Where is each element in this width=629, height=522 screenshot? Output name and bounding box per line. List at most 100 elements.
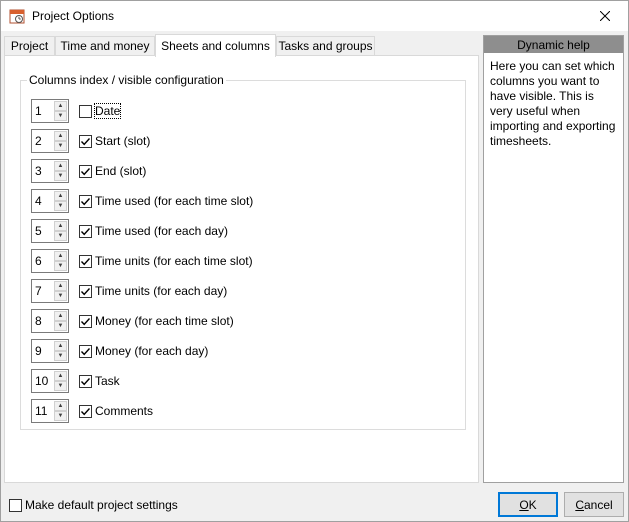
column-index-value[interactable]: 2 <box>35 134 42 148</box>
column-index-spinner[interactable]: 3 ▲ ▼ <box>31 159 69 183</box>
close-icon <box>600 11 610 21</box>
spinner-arrows: ▲ ▼ <box>54 101 67 121</box>
column-index-spinner[interactable]: 6 ▲ ▼ <box>31 249 69 273</box>
spin-up-icon[interactable]: ▲ <box>54 281 67 291</box>
ok-label: OK <box>519 497 537 512</box>
column-row: 9 ▲ ▼ Money (for each day) <box>31 339 208 363</box>
column-index-value[interactable]: 3 <box>35 164 42 178</box>
column-visible-checkbox[interactable] <box>79 164 92 178</box>
column-row: 8 ▲ ▼ Money (for each time slot) <box>31 309 234 333</box>
default-settings-checkbox[interactable] <box>9 498 22 512</box>
spinner-arrows: ▲ ▼ <box>54 161 67 181</box>
column-index-spinner[interactable]: 7 ▲ ▼ <box>31 279 69 303</box>
column-row: 10 ▲ ▼ Task <box>31 369 120 393</box>
tab-project[interactable]: Project <box>4 36 55 55</box>
column-index-value[interactable]: 1 <box>35 104 42 118</box>
column-index-spinner[interactable]: 9 ▲ ▼ <box>31 339 69 363</box>
spin-down-icon[interactable]: ▼ <box>54 381 67 391</box>
column-visible-checkbox[interactable] <box>79 314 92 328</box>
cancel-button[interactable]: Cancel <box>564 492 624 517</box>
spinner-arrows: ▲ ▼ <box>54 281 67 301</box>
spin-down-icon[interactable]: ▼ <box>54 411 67 421</box>
spin-up-icon[interactable]: ▲ <box>54 251 67 261</box>
ok-button[interactable]: OK <box>498 492 558 517</box>
column-index-value[interactable]: 8 <box>35 314 42 328</box>
column-visible-checkbox[interactable] <box>79 104 92 118</box>
column-row: 5 ▲ ▼ Time used (for each day) <box>31 219 228 243</box>
column-index-spinner[interactable]: 10 ▲ ▼ <box>31 369 69 393</box>
column-index-value[interactable]: 9 <box>35 344 42 358</box>
close-button[interactable] <box>582 1 628 31</box>
column-index-spinner[interactable]: 2 ▲ ▼ <box>31 129 69 153</box>
spin-up-icon[interactable]: ▲ <box>54 191 67 201</box>
spin-up-icon[interactable]: ▲ <box>54 341 67 351</box>
tab-time-and-money[interactable]: Time and money <box>55 36 155 55</box>
spin-down-icon[interactable]: ▼ <box>54 261 67 271</box>
column-index-spinner[interactable]: 8 ▲ ▼ <box>31 309 69 333</box>
column-visible-checkbox[interactable] <box>79 254 92 268</box>
spinner-arrows: ▲ ▼ <box>54 221 67 241</box>
column-index-value[interactable]: 10 <box>35 374 48 388</box>
spin-down-icon[interactable]: ▼ <box>54 111 67 121</box>
cancel-label: Cancel <box>575 497 613 512</box>
spin-down-icon[interactable]: ▼ <box>54 231 67 241</box>
spinner-arrows: ▲ ▼ <box>54 401 67 421</box>
column-index-value[interactable]: 4 <box>35 194 42 208</box>
column-index-spinner[interactable]: 11 ▲ ▼ <box>31 399 69 423</box>
column-label: Time units (for each time slot) <box>95 254 253 268</box>
default-settings-checkbox-row[interactable]: Make default project settings <box>9 498 178 512</box>
columns-config-group: Columns index / visible configuration 1 ▲… <box>20 73 466 430</box>
column-row: 6 ▲ ▼ Time units (for each time slot) <box>31 249 253 273</box>
column-label: Comments <box>95 404 154 418</box>
column-index-value[interactable]: 5 <box>35 224 42 238</box>
project-options-window: Project Options Project Time and money S… <box>0 0 629 522</box>
spin-down-icon[interactable]: ▼ <box>54 171 67 181</box>
column-index-value[interactable]: 11 <box>35 404 47 418</box>
column-index-value[interactable]: 7 <box>35 284 42 298</box>
spin-up-icon[interactable]: ▲ <box>54 401 67 411</box>
window-title: Project Options <box>32 9 115 23</box>
spin-down-icon[interactable]: ▼ <box>54 351 67 361</box>
column-index-spinner[interactable]: 5 ▲ ▼ <box>31 219 69 243</box>
spinner-arrows: ▲ ▼ <box>54 311 67 331</box>
spinner-arrows: ▲ ▼ <box>54 341 67 361</box>
tab-tasks-and-groups[interactable]: Tasks and groups <box>276 36 375 55</box>
tab-strip: Project Time and money Sheets and column… <box>4 34 479 57</box>
help-header: Dynamic help <box>484 36 623 53</box>
spinner-arrows: ▲ ▼ <box>54 191 67 211</box>
spin-up-icon[interactable]: ▲ <box>54 101 67 111</box>
sheets-and-columns-page: Columns index / visible configuration 1 ▲… <box>4 55 479 483</box>
column-row: 3 ▲ ▼ End (slot) <box>31 159 146 183</box>
spin-up-icon[interactable]: ▲ <box>54 311 67 321</box>
column-label: Start (slot) <box>95 134 151 148</box>
spin-down-icon[interactable]: ▼ <box>54 141 67 151</box>
column-row: 11 ▲ ▼ Comments <box>31 399 153 423</box>
tab-sheets-and-columns[interactable]: Sheets and columns <box>155 34 276 57</box>
column-row: 1 ▲ ▼ Date <box>31 99 122 123</box>
column-visible-checkbox[interactable] <box>79 404 92 418</box>
help-text: Here you can set which columns you want … <box>490 59 616 148</box>
group-title: Columns index / visible configuration <box>27 73 226 87</box>
spin-down-icon[interactable]: ▼ <box>54 321 67 331</box>
spin-down-icon[interactable]: ▼ <box>54 291 67 301</box>
column-index-spinner[interactable]: 1 ▲ ▼ <box>31 99 69 123</box>
column-visible-checkbox[interactable] <box>79 344 92 358</box>
column-label: Time used (for each time slot) <box>95 194 254 208</box>
column-visible-checkbox[interactable] <box>79 284 92 298</box>
column-row: 7 ▲ ▼ Time units (for each day) <box>31 279 227 303</box>
column-label: Money (for each time slot) <box>95 314 234 328</box>
default-settings-label: Make default project settings <box>25 498 178 512</box>
column-visible-checkbox[interactable] <box>79 134 92 148</box>
spin-up-icon[interactable]: ▲ <box>54 161 67 171</box>
column-label: Time used (for each day) <box>95 224 228 238</box>
column-visible-checkbox[interactable] <box>79 224 92 238</box>
spin-down-icon[interactable]: ▼ <box>54 201 67 211</box>
column-index-spinner[interactable]: 4 ▲ ▼ <box>31 189 69 213</box>
spin-up-icon[interactable]: ▲ <box>54 221 67 231</box>
column-index-value[interactable]: 6 <box>35 254 42 268</box>
column-visible-checkbox[interactable] <box>79 194 92 208</box>
spin-up-icon[interactable]: ▲ <box>54 371 67 381</box>
column-visible-checkbox[interactable] <box>79 374 92 388</box>
spin-up-icon[interactable]: ▲ <box>54 131 67 141</box>
app-calendar-icon <box>9 8 25 24</box>
